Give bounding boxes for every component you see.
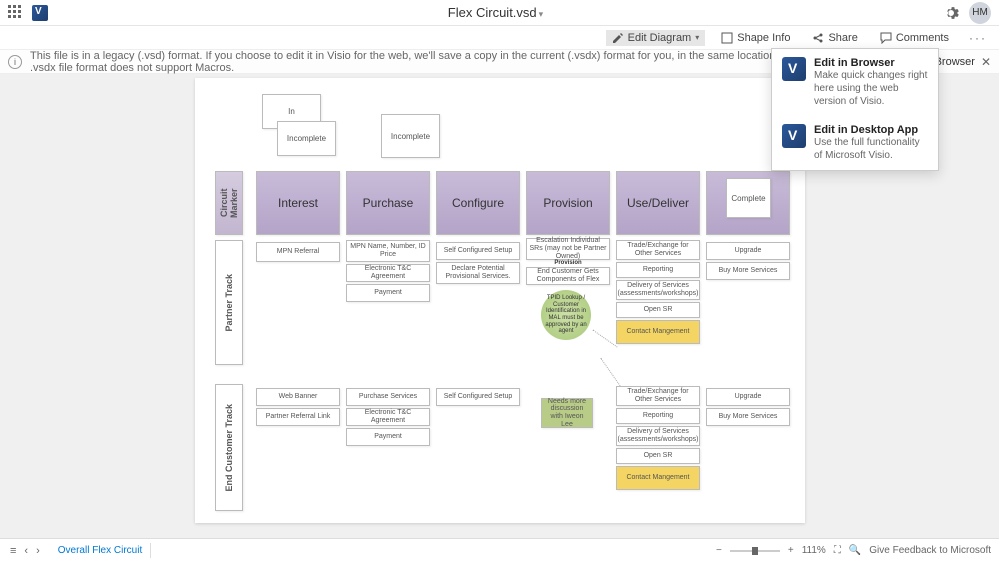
shape-purchase-svc[interactable]: Purchase Services	[346, 388, 430, 406]
shape-web-banner[interactable]: Web Banner	[256, 388, 340, 406]
settings-icon[interactable]	[943, 5, 959, 21]
connector	[592, 329, 617, 347]
app-header: Flex Circuit.vsd▾ HM	[0, 0, 999, 26]
edit-in-browser-option[interactable]: Edit in Browser Make quick changes right…	[772, 49, 938, 116]
shape-info-button[interactable]: Shape Info	[715, 30, 796, 46]
page: In Incomplete Incomplete Circuit Marker …	[195, 78, 805, 523]
dropdown-title: Edit in Desktop App	[814, 124, 928, 136]
share-icon	[812, 32, 824, 44]
shape-trade[interactable]: Trade/Exchange for Other Services	[616, 240, 700, 260]
sheet-list-icon[interactable]: ≡	[8, 545, 18, 557]
zoom-out[interactable]: −	[716, 545, 722, 556]
toolbar: Edit Diagram ▾ Shape Info Share Comments…	[0, 26, 999, 50]
shape-partner-ref[interactable]: Partner Referral Link	[256, 408, 340, 426]
edit-in-desktop-option[interactable]: Edit in Desktop App Use the full functio…	[772, 116, 938, 170]
pencil-icon	[612, 32, 624, 44]
shape-escalation[interactable]: Escalation Individual SRs (may not be Pa…	[526, 238, 610, 260]
provision-label: Provision	[526, 260, 610, 266]
shape-reporting[interactable]: Reporting	[616, 262, 700, 278]
edit-diagram-button[interactable]: Edit Diagram ▾	[606, 30, 706, 46]
prev-sheet[interactable]: ‹	[22, 545, 30, 557]
shape-tpid-lookup[interactable]: TPID Lookup / Customer Identification in…	[541, 290, 591, 340]
dropdown-desc: Make quick changes right here using the …	[814, 69, 928, 108]
close-icon[interactable]: ✕	[981, 55, 991, 69]
shape-delivery[interactable]: Delivery of Services (assessments/worksh…	[616, 280, 700, 300]
track-end-customer[interactable]: End Customer Track	[215, 384, 243, 511]
shape-trade2[interactable]: Trade/Exchange for Other Services	[616, 386, 700, 406]
shape-reporting2[interactable]: Reporting	[616, 408, 700, 424]
phase-provision[interactable]: Provision	[526, 171, 610, 235]
pan-icon[interactable]: 🔍	[849, 545, 861, 556]
shape-delivery2[interactable]: Delivery of Services (assessments/worksh…	[616, 426, 700, 446]
comments-button[interactable]: Comments	[874, 30, 955, 46]
shape-mpn-name[interactable]: MPN Name, Number, ID Price	[346, 240, 430, 262]
phase-purchase[interactable]: Purchase	[346, 171, 430, 235]
track-partner[interactable]: Partner Track	[215, 240, 243, 365]
shape-open-sr[interactable]: Open SR	[616, 302, 700, 318]
shape-etc[interactable]: Electronic T&C Agreement	[346, 264, 430, 282]
zoom-in[interactable]: +	[788, 545, 794, 556]
status-bar: ≡ ‹ › Overall Flex Circuit − + 111% ⛶ 🔍 …	[0, 538, 999, 562]
phase-use-deliver[interactable]: Use/Deliver	[616, 171, 700, 235]
shape-payment[interactable]: Payment	[346, 284, 430, 302]
visio-icon	[782, 57, 806, 81]
shape-complete[interactable]: Complete	[726, 178, 771, 218]
shape-upgrade2[interactable]: Upgrade	[706, 388, 790, 406]
shape-incomplete[interactable]: Incomplete	[277, 121, 336, 156]
shape-self-config2[interactable]: Self Configured Setup	[436, 388, 520, 406]
shape-etc2[interactable]: Electronic T&C Agreement	[346, 408, 430, 426]
shape-contact-mgmt[interactable]: Contact Mangement	[616, 320, 700, 344]
sheet-tab[interactable]: Overall Flex Circuit	[50, 543, 151, 558]
zoom-level[interactable]: 111%	[802, 545, 826, 556]
shape-needs-discussion[interactable]: Needs more discussion with Iweon Lee	[541, 398, 593, 428]
shape-incomplete[interactable]: Incomplete	[381, 114, 440, 158]
shape-info-icon	[721, 32, 733, 44]
zoom-slider[interactable]	[730, 550, 780, 552]
visio-icon	[782, 124, 806, 148]
edit-diagram-dropdown: Edit in Browser Make quick changes right…	[771, 48, 939, 171]
info-icon: i	[8, 55, 22, 69]
shape-buy-more2[interactable]: Buy More Services	[706, 408, 790, 426]
more-menu[interactable]: ···	[965, 31, 991, 45]
track-circuit-marker[interactable]: Circuit Marker	[215, 171, 243, 235]
chevron-down-icon: ▾	[695, 33, 699, 42]
app-launcher-icon[interactable]	[8, 5, 24, 21]
share-button[interactable]: Share	[806, 30, 863, 46]
next-sheet[interactable]: ›	[34, 545, 42, 557]
shape-payment2[interactable]: Payment	[346, 428, 430, 446]
fit-to-window-icon[interactable]: ⛶	[834, 545, 841, 556]
shape-buy-more[interactable]: Buy More Services	[706, 262, 790, 280]
chevron-down-icon: ▾	[539, 9, 544, 19]
feedback-link[interactable]: Give Feedback to Microsoft	[869, 545, 991, 556]
phase-interest[interactable]: Interest	[256, 171, 340, 235]
shape-upgrade[interactable]: Upgrade	[706, 242, 790, 260]
sheet-nav: ≡ ‹ ›	[8, 545, 42, 557]
document-title[interactable]: Flex Circuit.vsd▾	[48, 5, 943, 20]
comment-icon	[880, 32, 892, 44]
phase-configure[interactable]: Configure	[436, 171, 520, 235]
dropdown-desc: Use the full functionality of Microsoft …	[814, 136, 928, 162]
shape-end-customer[interactable]: End Customer Gets Components of Flex	[526, 267, 610, 285]
shape-self-config[interactable]: Self Configured Setup	[436, 242, 520, 260]
shape-contact-mgmt2[interactable]: Contact Mangement	[616, 466, 700, 490]
shape-mpn-referral[interactable]: MPN Referral	[256, 242, 340, 262]
visio-app-icon[interactable]	[32, 5, 48, 21]
user-avatar[interactable]: HM	[969, 2, 991, 24]
shape-open-sr2[interactable]: Open SR	[616, 448, 700, 464]
dropdown-title: Edit in Browser	[814, 57, 928, 69]
shape-declare[interactable]: Declare Potential Provisional Services.	[436, 262, 520, 284]
